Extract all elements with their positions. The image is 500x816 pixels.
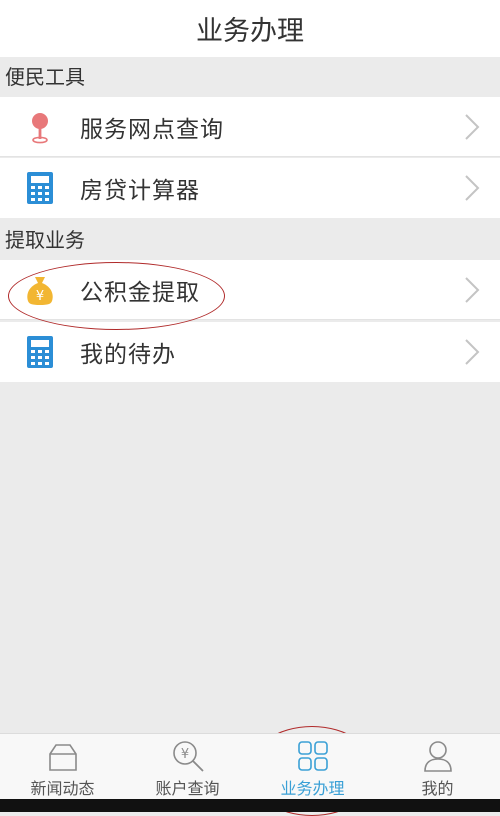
grid-icon <box>297 741 328 771</box>
mortgage-calculator-label: 房贷计算器 <box>80 178 200 204</box>
my-todo-item[interactable]: 我的待办 <box>0 322 500 382</box>
fund-withdrawal-label: 公积金提取 <box>80 279 200 306</box>
service-outlet-query-item[interactable]: 服务网点查询 <box>0 97 500 157</box>
service-outlet-query-label: 服务网点查询 <box>80 116 224 143</box>
section-title-tools: 便民工具 <box>0 57 500 97</box>
tab-business-label: 业务办理 <box>280 779 345 798</box>
chevron-right-icon <box>465 175 480 201</box>
tab-mine[interactable]: 我的 <box>375 734 500 799</box>
tab-account-query-label: 账户查询 <box>155 779 220 798</box>
tab-business[interactable]: 业务办理 <box>250 734 375 799</box>
svg-text:¥: ¥ <box>36 289 44 304</box>
calculator-icon <box>27 172 53 204</box>
tab-news-label: 新闻动态 <box>30 779 95 798</box>
tab-mine-label: 我的 <box>421 779 454 798</box>
house-icon <box>48 744 77 771</box>
tab-news[interactable]: 新闻动态 <box>0 734 125 799</box>
chevron-right-icon <box>465 114 480 140</box>
page-header: 业务办理 <box>0 0 500 57</box>
chevron-right-icon <box>465 339 480 365</box>
page-title: 业务办理 <box>196 16 304 47</box>
yen-search-icon: ¥ <box>172 741 204 772</box>
fund-withdrawal-item[interactable]: ¥ 公积金提取 <box>0 260 500 320</box>
tab-account-query[interactable]: ¥ 账户查询 <box>125 734 250 799</box>
section-title-withdrawal: 提取业务 <box>0 220 500 260</box>
user-icon <box>423 741 452 772</box>
bottom-tab-bar: 新闻动态 ¥ 账户查询 业务办理 我的 <box>0 733 500 799</box>
my-todo-label: 我的待办 <box>80 342 176 368</box>
map-pin-icon <box>32 112 48 143</box>
svg-text:¥: ¥ <box>180 747 188 762</box>
system-navigation-bar <box>0 799 500 812</box>
chevron-right-icon <box>465 277 480 303</box>
money-bag-icon: ¥ <box>27 276 53 305</box>
mortgage-calculator-item[interactable]: 房贷计算器 <box>0 158 500 218</box>
calculator-icon <box>27 336 53 368</box>
